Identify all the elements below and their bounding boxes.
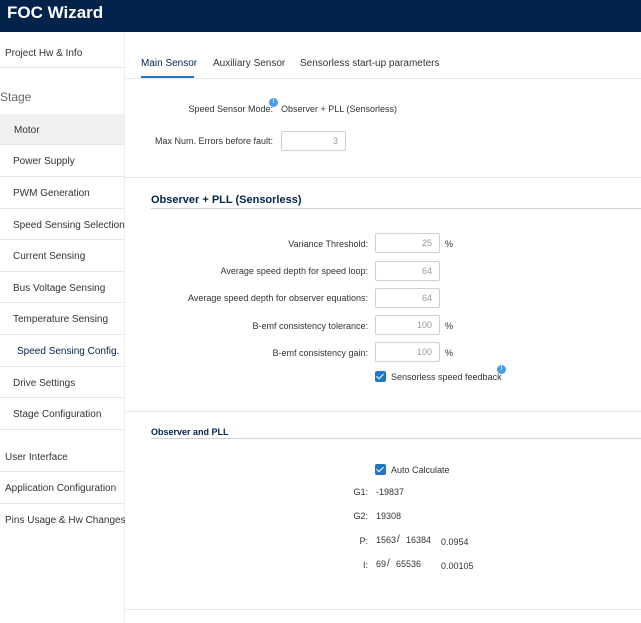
sidebar-divider xyxy=(0,67,125,68)
sidebar-item-label: Stage Configuration xyxy=(13,409,102,420)
sidebar-item-label: User Interface xyxy=(5,452,68,463)
avg-speed-depth-loop-label: Average speed depth for speed loop: xyxy=(220,266,368,276)
g2-value: 19308 xyxy=(376,511,402,521)
i-numerator: 69 xyxy=(376,559,387,569)
i-label: I: xyxy=(362,560,368,570)
g1-label: G1: xyxy=(353,487,368,497)
sidebar-item-label: Power Supply xyxy=(13,156,75,167)
auto-calculate-label: Auto Calculate xyxy=(391,465,450,475)
section-rule xyxy=(151,438,641,439)
tab-auxiliary-sensor[interactable]: Auxiliary Sensor xyxy=(213,58,285,69)
g2-label: G2: xyxy=(353,511,368,521)
sidebar-divider xyxy=(0,271,125,272)
bemf-tolerance-label: B-emf consistency tolerance: xyxy=(252,321,368,331)
pll-section-title: Observer and PLL xyxy=(151,427,229,437)
sidebar-divider xyxy=(0,429,125,430)
sidebar-divider xyxy=(0,471,125,472)
info-icon[interactable]: ! xyxy=(497,365,506,374)
sidebar-divider xyxy=(0,366,125,367)
p-label: P: xyxy=(359,536,368,546)
sidebar-divider xyxy=(0,176,125,177)
max-errors-label: Max Num. Errors before fault: xyxy=(154,136,273,146)
app-title: FOC Wizard xyxy=(7,3,104,22)
section-divider xyxy=(125,177,641,178)
section-divider xyxy=(125,411,641,412)
variance-threshold-label: Variance Threshold: xyxy=(288,239,368,249)
section-rule xyxy=(151,208,641,209)
sensorless-feedback-label: Sensorless speed feedback xyxy=(391,372,502,382)
sidebar-item-motor[interactable]: Motor xyxy=(0,114,125,144)
sidebar-item-label: Project Hw & Info xyxy=(5,48,83,59)
speed-sensor-mode-value: Observer + PLL (Sensorless) xyxy=(281,104,397,114)
percent-unit: % xyxy=(445,321,454,331)
section-divider xyxy=(125,609,641,610)
bemf-tolerance-input[interactable]: 100 xyxy=(375,315,440,335)
bemf-gain-input[interactable]: 100 xyxy=(375,342,440,362)
g1-value: -19837 xyxy=(376,487,405,497)
i-result: 0.00105 xyxy=(441,561,474,571)
sidebar-divider xyxy=(0,239,125,240)
sidebar-divider xyxy=(0,397,125,398)
sidebar-item-label: Speed Sensing Config. xyxy=(17,346,120,357)
sensorless-feedback-checkbox[interactable] xyxy=(375,371,386,382)
p-result: 0.0954 xyxy=(441,537,469,547)
sidebar-item-label: Speed Sensing Selection xyxy=(13,220,125,231)
p-separator: / xyxy=(397,534,400,545)
p-denominator: 16384 xyxy=(406,535,432,545)
percent-unit: % xyxy=(445,348,454,358)
tab-active-indicator xyxy=(141,76,194,78)
max-errors-input[interactable]: 3 xyxy=(281,131,346,151)
sidebar-item-label: Current Sensing xyxy=(13,251,86,262)
bemf-gain-label: B-emf consistency gain: xyxy=(272,348,368,358)
avg-speed-depth-observer-label: Average speed depth for observer equatio… xyxy=(188,293,368,303)
tab-sensorless-startup[interactable]: Sensorless start-up parameters xyxy=(300,58,440,69)
app-header: FOC Wizard xyxy=(0,0,641,32)
auto-calculate-checkbox[interactable] xyxy=(375,464,386,475)
sidebar-item-label: Bus Voltage Sensing xyxy=(13,283,106,294)
sensor-tabs: Main Sensor Auxiliary Sensor Sensorless … xyxy=(125,56,641,79)
variance-threshold-input[interactable]: 25 xyxy=(375,233,440,253)
sidebar-item-label: Pins Usage & Hw Changes xyxy=(5,515,126,526)
sidebar: Project Hw & Info Stage Motor Power Supp… xyxy=(0,32,126,623)
avg-speed-depth-loop-input[interactable]: 64 xyxy=(375,261,440,281)
sidebar-stage-header: Stage xyxy=(0,90,32,104)
sidebar-divider xyxy=(0,302,125,303)
sidebar-item-label: Motor xyxy=(14,125,40,136)
percent-unit: % xyxy=(445,239,454,249)
sidebar-divider xyxy=(0,334,125,335)
sidebar-divider xyxy=(0,503,125,504)
tab-main-sensor[interactable]: Main Sensor xyxy=(141,58,197,69)
i-denominator: 65536 xyxy=(396,559,422,569)
main-panel: Main Sensor Auxiliary Sensor Sensorless … xyxy=(125,32,641,623)
observer-section-title: Observer + PLL (Sensorless) xyxy=(151,194,302,206)
sidebar-item-label: Application Configuration xyxy=(5,483,117,494)
p-numerator: 1563 xyxy=(376,535,397,545)
info-icon[interactable]: ! xyxy=(269,98,278,107)
sidebar-item-label: Drive Settings xyxy=(13,378,76,389)
sidebar-item-label: Temperature Sensing xyxy=(13,314,109,325)
sidebar-item-label: PWM Generation xyxy=(13,188,90,199)
sidebar-divider xyxy=(0,208,125,209)
avg-speed-depth-observer-input[interactable]: 64 xyxy=(375,288,440,308)
i-separator: / xyxy=(387,558,390,569)
speed-sensor-mode-label: Speed Sensor Mode: xyxy=(188,104,273,114)
sidebar-divider xyxy=(0,144,125,145)
